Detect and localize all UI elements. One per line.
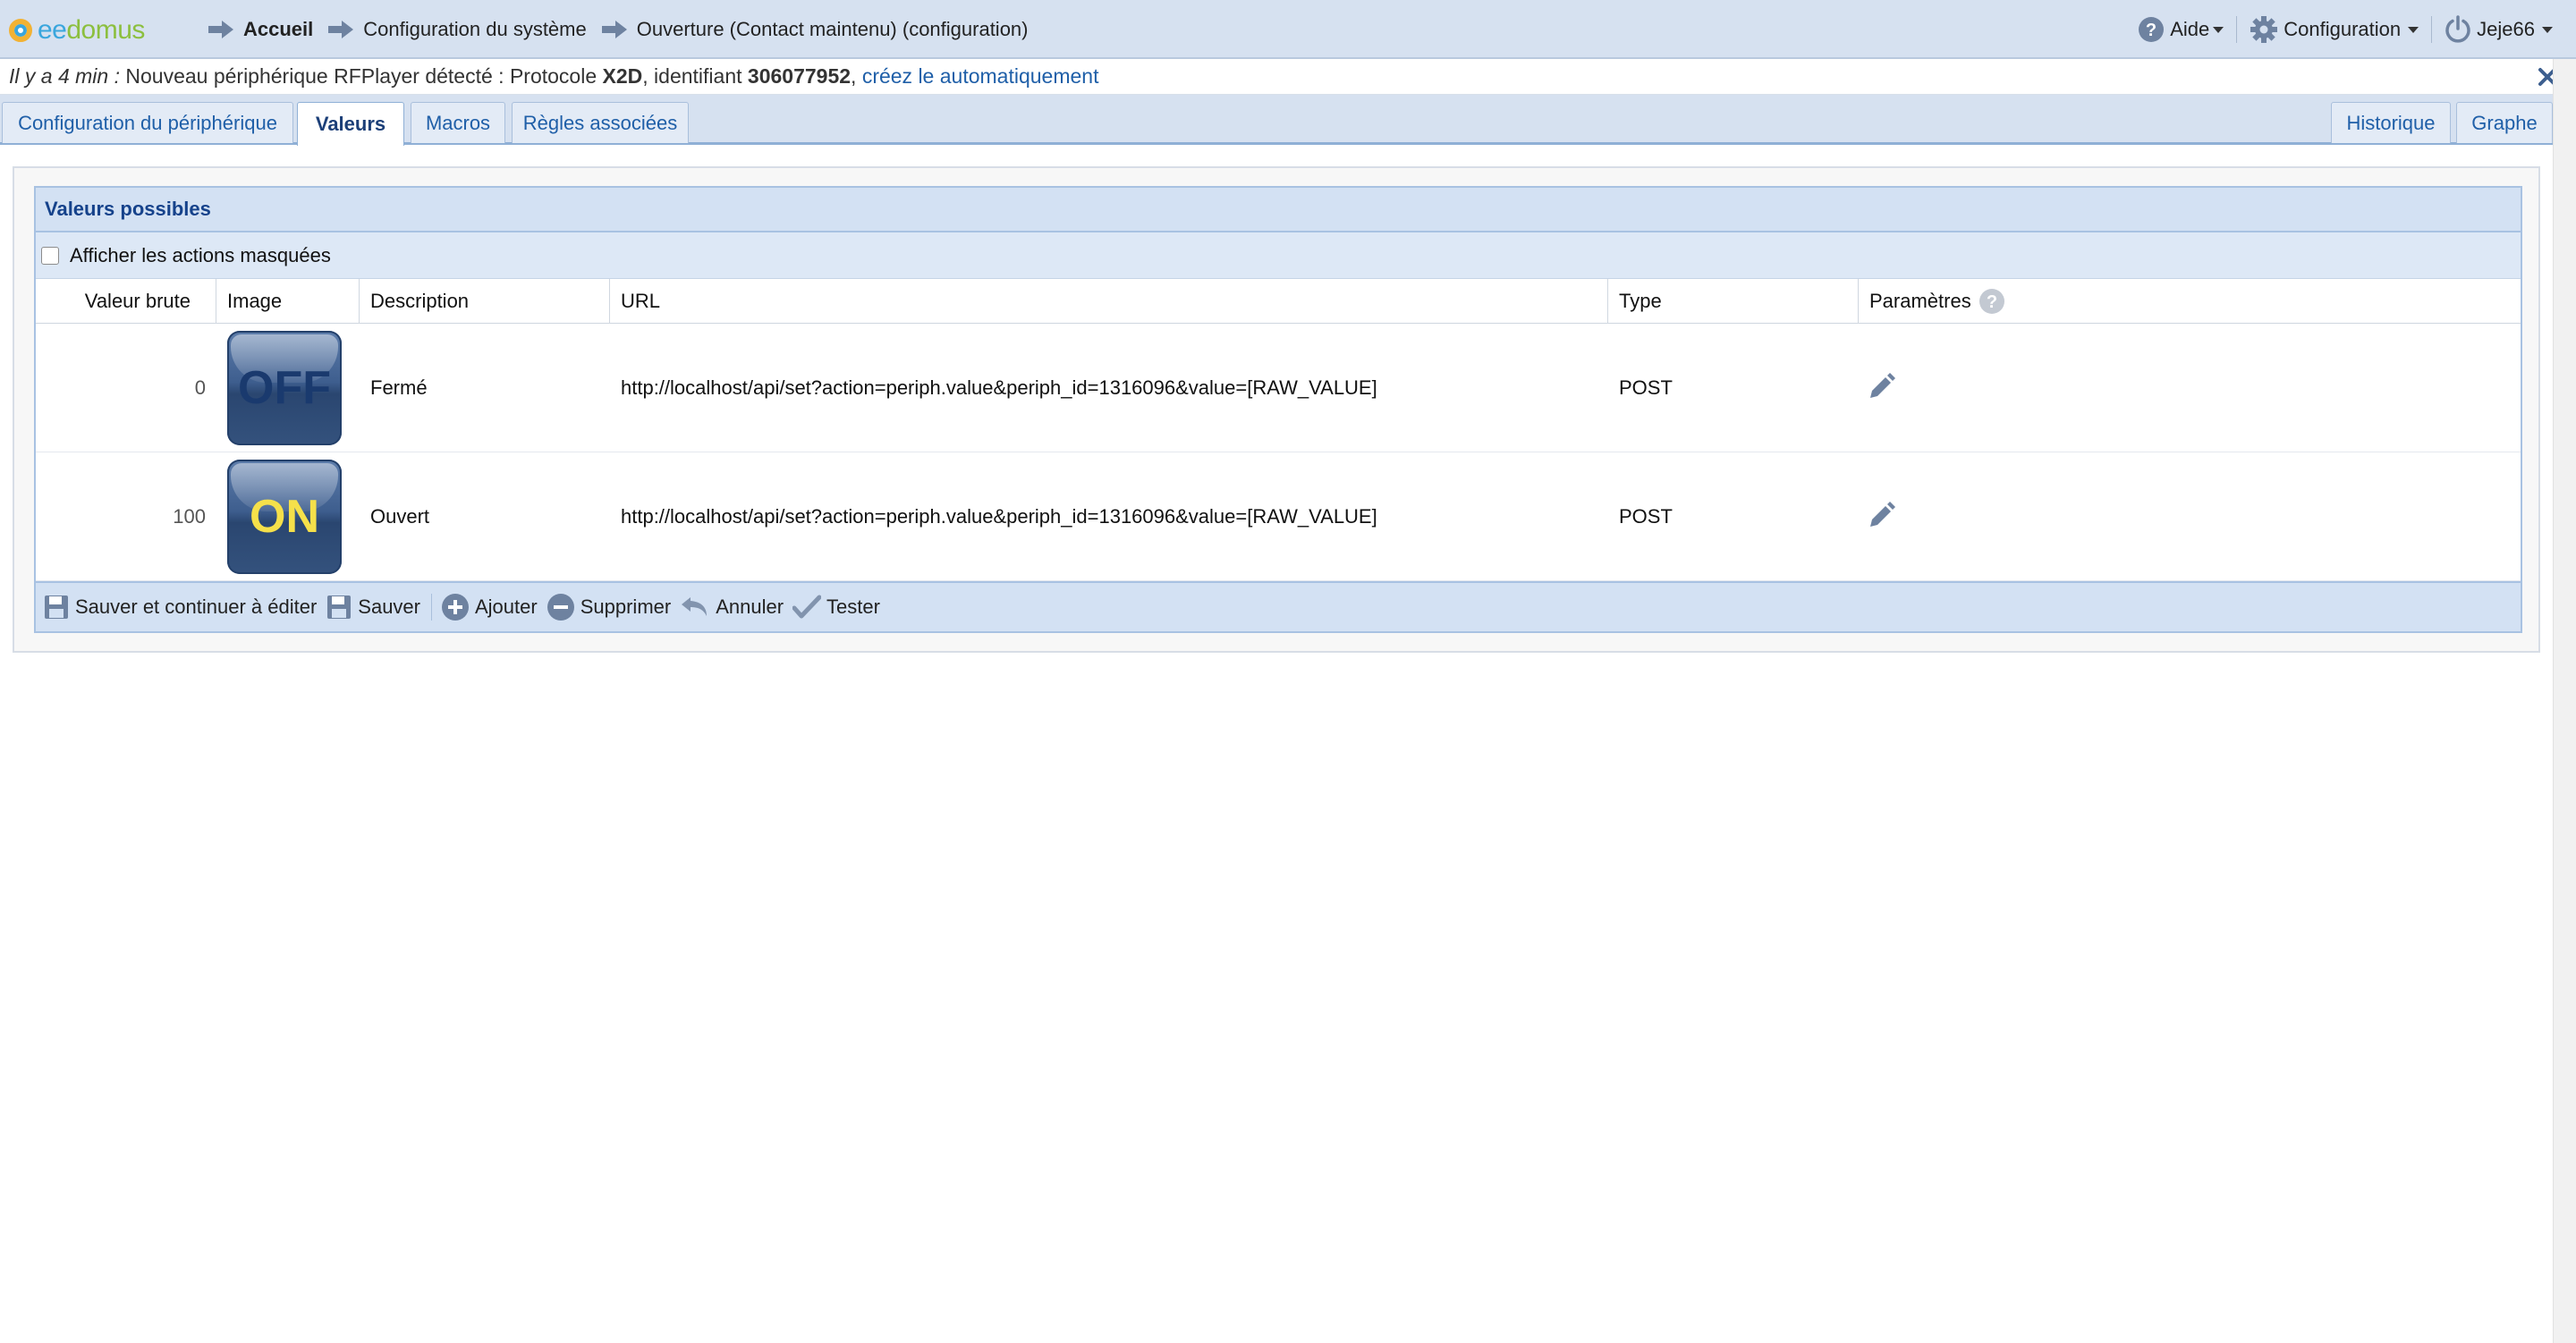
scrollbar-track[interactable] [2553,59,2576,1343]
tab-history[interactable]: Historique [2331,102,2451,143]
col-type[interactable]: Type [1608,279,1859,324]
notification-identifier: 306077952 [747,64,852,88]
arrow-right-icon [328,21,354,38]
question-circle-icon: ? [2139,17,2165,42]
floppy-disk-icon [45,595,68,619]
pencil-edit-icon[interactable] [1866,372,1896,402]
plus-circle-icon [442,594,469,621]
table-row[interactable]: 0 OFF Fermé http://localhost/api/set?act… [36,324,2521,452]
help-icon[interactable]: ? [1979,288,2005,315]
power-icon [2445,15,2470,43]
arrow-right-icon [208,21,233,38]
description-cell: Fermé [370,376,428,399]
col-raw-value[interactable]: Valeur brute [36,279,216,324]
eedomus-logo[interactable]: eedomus [9,13,145,48]
arrow-right-icon [601,21,627,38]
breadcrumb-system-config[interactable]: Configuration du système [327,18,587,41]
values-panel: Valeurs possibles Afficher les actions m… [13,166,2540,653]
col-description[interactable]: Description [360,279,610,324]
raw-value-cell: 100 [173,505,206,528]
notification-bar: Il y a 4 min : Nouveau périphérique RFPl… [0,59,2576,95]
tab-values[interactable]: Valeurs [297,102,404,146]
user-menu[interactable]: Jeje66 [2432,13,2576,46]
notification-time: Il y a 4 min : [9,64,120,88]
value-image-on[interactable]: ON [227,460,342,574]
cancel-button[interactable]: Annuler [680,594,784,621]
url-cell: http://localhost/api/set?action=periph.v… [621,505,1377,528]
floppy-disk-icon [327,595,352,619]
url-cell: http://localhost/api/set?action=periph.v… [621,376,1377,399]
values-grid: Valeurs possibles Afficher les actions m… [34,186,2522,633]
tab-device-config[interactable]: Configuration du périphérique [2,102,293,143]
help-menu[interactable]: ? Aide [2125,13,2236,46]
table-header: Valeur brute Image Description URL Type … [36,279,2521,324]
breadcrumb-current-device[interactable]: Ouverture (Contact maintenu) (configurat… [601,18,1029,41]
add-button[interactable]: Ajouter [441,593,538,621]
auto-create-link[interactable]: créez le automatiquement [862,64,1099,89]
tab-graph[interactable]: Graphe [2456,102,2553,143]
save-button[interactable]: Sauver [326,594,420,621]
hidden-actions-filter: Afficher les actions masquées [36,232,2521,279]
caret-down-icon [2213,26,2224,33]
delete-button[interactable]: Supprimer [547,593,671,621]
caret-down-icon [2542,26,2553,33]
grid-title: Valeurs possibles [36,188,2521,232]
checkmark-icon [792,595,822,619]
minus-circle-icon [547,594,574,621]
col-parameters[interactable]: Paramètres ? [1859,279,2522,324]
breadcrumb: Accueil Configuration du système Ouvertu… [208,0,1043,59]
svg-text:?: ? [1987,292,1997,312]
table-row[interactable]: 100 ON Ouvert http://localhost/api/set?a… [36,452,2521,581]
caret-down-icon [2408,26,2419,33]
top-menu: ? Aide Configuration Jeje66 [2125,0,2576,59]
col-image[interactable]: Image [216,279,360,324]
config-menu[interactable]: Configuration [2237,13,2431,46]
value-image-off[interactable]: OFF [227,331,342,445]
undo-icon [682,597,708,616]
description-cell: Ouvert [370,505,430,528]
gear-icon [2250,16,2278,43]
grid-toolbar: Sauver et continuer à éditer Sauver Ajou… [36,581,2521,631]
show-hidden-actions-label[interactable]: Afficher les actions masquées [70,244,331,267]
test-button[interactable]: Tester [792,594,880,621]
top-bar: eedomus Accueil Configuration du système… [0,0,2576,59]
save-continue-button[interactable]: Sauver et continuer à éditer [43,594,317,621]
tab-bar: Configuration du périphérique Valeurs Ma… [0,95,2576,146]
raw-value-cell: 0 [194,376,206,399]
pencil-edit-icon[interactable] [1866,501,1896,531]
col-url[interactable]: URL [610,279,1608,324]
svg-text:?: ? [2146,21,2157,40]
type-cell: POST [1619,505,1673,528]
tab-macros[interactable]: Macros [411,102,505,143]
tab-rules[interactable]: Règles associées [512,102,689,143]
notification-protocol: X2D [602,64,643,88]
logo-ring-icon [9,19,32,42]
type-cell: POST [1619,376,1673,399]
show-hidden-actions-checkbox[interactable] [41,246,59,265]
breadcrumb-home[interactable]: Accueil [208,18,313,41]
